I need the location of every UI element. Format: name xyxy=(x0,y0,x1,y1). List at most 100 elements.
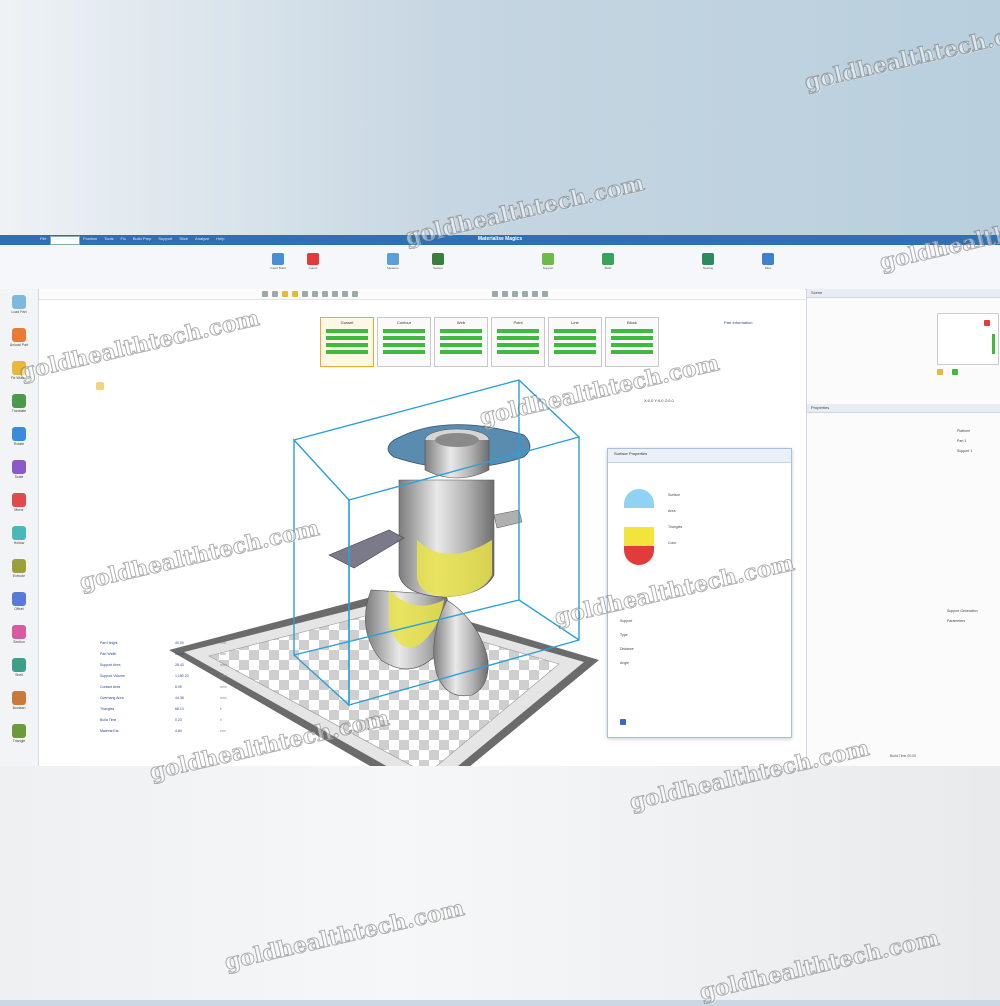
background-bottom xyxy=(0,766,1000,1000)
property-item[interactable]: Support Generation xyxy=(947,609,978,613)
left-tool-button[interactable]: Translate xyxy=(4,392,34,424)
tool-icon xyxy=(12,559,26,573)
support-card[interactable]: Line xyxy=(548,317,602,367)
support-icon[interactable] xyxy=(952,369,958,375)
scene-tree-item[interactable]: Part 1 xyxy=(957,439,966,443)
lasso-icon[interactable] xyxy=(502,291,508,297)
scene-tree-item[interactable]: Platform xyxy=(957,429,970,433)
tool-label: Load Part xyxy=(11,310,27,314)
select-icon[interactable] xyxy=(492,291,498,297)
undo-icon[interactable] xyxy=(512,291,518,297)
stat-value: 4.84 xyxy=(175,729,182,733)
ribbon-button[interactable]: Build xyxy=(600,251,616,281)
support-card[interactable]: Contour xyxy=(377,317,431,367)
window-title: Materialise Magics xyxy=(477,236,523,242)
ribbon-button[interactable]: Measure xyxy=(385,251,401,281)
left-tool-button[interactable]: Unload Part xyxy=(4,326,34,358)
tool-label: Scale xyxy=(14,475,24,479)
view-back-icon[interactable] xyxy=(272,291,278,297)
stat-row: Build Time 0.23 h xyxy=(100,718,280,729)
panel-row[interactable]: Surface xyxy=(668,493,680,497)
tool-label: Offset xyxy=(14,607,24,611)
scene-slider[interactable] xyxy=(992,334,995,354)
tool-icon xyxy=(12,460,26,474)
fit-icon[interactable] xyxy=(352,291,358,297)
property-item[interactable]: Parameters xyxy=(947,619,965,623)
wire-icon[interactable] xyxy=(532,291,538,297)
rotate-view-icon[interactable] xyxy=(342,291,348,297)
pan-icon[interactable] xyxy=(332,291,338,297)
application-window: File Edit View Position Tools Fix Build Prep Su… xyxy=(0,235,1000,766)
view-bottom-icon[interactable] xyxy=(292,291,298,297)
tool-icon xyxy=(12,592,26,606)
panel-row[interactable]: Angle xyxy=(620,661,629,665)
support-card-label: Line xyxy=(571,320,579,325)
background-top xyxy=(0,0,1000,235)
panel-row[interactable]: Distance xyxy=(620,647,634,651)
tool-icon xyxy=(12,658,26,672)
stat-row: Support Volume 1,180.23 mm³ xyxy=(100,674,280,685)
tool-icon xyxy=(12,295,26,309)
ribbon-button[interactable]: Nesting xyxy=(700,251,716,281)
ribbon-button[interactable]: Colors xyxy=(305,251,321,281)
tool-label: Fix Wizard xyxy=(10,376,28,380)
panel-row[interactable]: Type xyxy=(620,633,628,637)
panel-title: Surface Properties xyxy=(608,449,791,463)
scene-tool-icon[interactable] xyxy=(984,320,990,326)
ribbon-label: Build xyxy=(604,266,612,270)
scene-panel-header: Scene xyxy=(807,289,1000,298)
stat-name: Triangles xyxy=(100,707,115,711)
left-tool-button[interactable]: Boolean xyxy=(4,689,34,721)
left-tool-button[interactable]: Offset xyxy=(4,590,34,622)
ribbon-button[interactable]: Support xyxy=(540,251,556,281)
scene-tree-item[interactable]: Support 1 xyxy=(957,449,972,453)
left-tool-button[interactable]: Extrude xyxy=(4,557,34,589)
left-tool-button[interactable]: Mirror xyxy=(4,491,34,523)
stat-value: 40.00 xyxy=(175,641,184,645)
support-card-preview xyxy=(383,329,425,354)
support-card-label: Web xyxy=(456,320,466,325)
ribbon-button[interactable]: Section xyxy=(430,251,446,281)
status-bar-text: Build Time 00:00 xyxy=(890,754,917,758)
panel-row[interactable]: Color xyxy=(668,541,676,545)
scene-preview xyxy=(937,313,999,365)
left-tool-button[interactable]: Scale xyxy=(4,458,34,490)
view-front-icon[interactable] xyxy=(262,291,268,297)
ribbon-button[interactable]: Insert Build xyxy=(270,251,286,281)
tool-label: Mirror xyxy=(14,508,24,512)
panel-row[interactable]: Area xyxy=(668,509,675,513)
title-bar: File Edit View Position Tools Fix Build Prep Su… xyxy=(0,235,1000,245)
left-tool-button[interactable]: Section xyxy=(4,623,34,655)
support-card[interactable]: Point xyxy=(491,317,545,367)
left-tool-button[interactable]: Hollow xyxy=(4,524,34,556)
support-card-label: Block xyxy=(627,320,637,325)
left-tool-button[interactable]: Fix Wizard xyxy=(4,359,34,391)
redo-icon[interactable] xyxy=(522,291,528,297)
color-gauge xyxy=(624,489,654,565)
support-card-preview xyxy=(554,329,596,354)
part-icon[interactable] xyxy=(937,369,943,375)
support-card-label: Gusset xyxy=(340,320,354,325)
view-right-icon[interactable] xyxy=(312,291,318,297)
left-tool-button[interactable]: Load Part xyxy=(4,293,34,325)
panel-row[interactable]: Support xyxy=(620,619,632,623)
left-tool-button[interactable]: Shell xyxy=(4,656,34,688)
view-top-icon[interactable] xyxy=(282,291,288,297)
ribbon-button[interactable]: Slice xyxy=(760,251,776,281)
stat-name: Part Height xyxy=(100,641,118,645)
tool-icon xyxy=(12,625,26,639)
view-left-icon[interactable] xyxy=(302,291,308,297)
support-card[interactable]: Gusset xyxy=(320,317,374,367)
panel-row[interactable]: Triangles xyxy=(668,525,682,529)
stat-row: Triangles 68.13 k xyxy=(100,707,280,718)
left-tool-button[interactable]: Triangle xyxy=(4,722,34,754)
surface-properties-panel: Surface Properties Surface Area Triangles C… xyxy=(607,448,792,738)
zoom-icon[interactable] xyxy=(322,291,328,297)
help-icon[interactable] xyxy=(620,719,626,725)
tool-icon xyxy=(12,427,26,441)
shade-icon[interactable] xyxy=(542,291,548,297)
support-card[interactable]: Block xyxy=(605,317,659,367)
support-card[interactable]: Web xyxy=(434,317,488,367)
tool-icon xyxy=(12,691,26,705)
left-tool-button[interactable]: Rotate xyxy=(4,425,34,457)
